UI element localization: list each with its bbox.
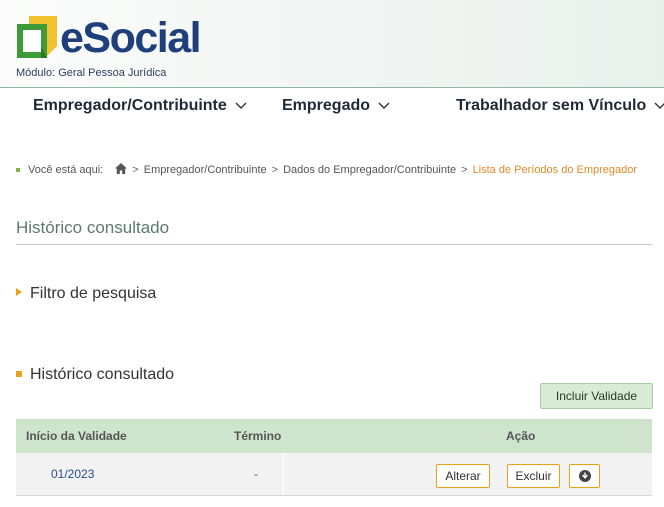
nav-label: Empregado xyxy=(282,97,371,114)
chevron-down-icon xyxy=(378,102,390,109)
edit-button[interactable]: Alterar xyxy=(436,464,490,488)
nav-label: Empregador/Contribuinte xyxy=(33,97,227,114)
nav-empregador[interactable]: Empregador/Contribuinte xyxy=(33,97,247,115)
nav-label: Trabalhador sem Vínculo xyxy=(456,97,647,114)
breadcrumb-link[interactable]: Dados do Empregador/Contribuinte xyxy=(283,164,456,176)
esocial-logo-icon xyxy=(17,16,57,58)
app-header: eSocial Módulo: Geral Pessoa Jurídica xyxy=(0,0,664,88)
download-button[interactable] xyxy=(569,464,600,488)
download-icon xyxy=(578,470,591,482)
history-table: Início da Validade Término Ação 01/2023 … xyxy=(16,419,652,496)
main-nav: Empregador/Contribuinte Empregado Trabal… xyxy=(0,88,664,124)
home-icon[interactable] xyxy=(115,163,128,174)
column-header-inicio: Início da Validade xyxy=(26,429,127,443)
square-bullet-icon xyxy=(16,371,22,377)
bullet-icon xyxy=(16,168,20,173)
section-heading: Histórico consultado xyxy=(16,366,174,384)
cell-inicio: 01/2023 xyxy=(51,467,95,481)
add-validity-button[interactable]: Incluir Validade xyxy=(540,383,653,409)
breadcrumb-separator: > xyxy=(271,164,279,176)
breadcrumb-separator: > xyxy=(132,164,139,176)
app-logo-text[interactable]: eSocial xyxy=(60,12,202,64)
cell-divider xyxy=(283,453,284,495)
column-header-termino: Término xyxy=(234,429,282,443)
triangle-right-icon xyxy=(16,288,22,296)
breadcrumb-link[interactable]: Empregador/Contribuinte xyxy=(144,164,267,176)
breadcrumb: Você está aqui: > Empregador/Contribuinte… xyxy=(16,163,637,176)
chevron-down-icon xyxy=(235,102,247,109)
section-title: Histórico consultado xyxy=(30,366,175,383)
delete-button[interactable]: Excluir xyxy=(507,464,560,488)
filter-label: Filtro de pesquisa xyxy=(30,285,157,302)
nav-empregado[interactable]: Empregado xyxy=(282,97,390,115)
breadcrumb-current: Lista de Períodos do Empregador xyxy=(472,164,638,176)
column-header-acao: Ação xyxy=(506,429,536,443)
page-title: Histórico consultado xyxy=(16,218,652,245)
table-row: 01/2023 - Alterar Excluir xyxy=(16,453,652,496)
chevron-down-icon xyxy=(654,102,664,109)
module-label: Módulo: Geral Pessoa Jurídica xyxy=(16,67,167,79)
breadcrumb-prefix: Você está aqui: xyxy=(28,164,104,176)
nav-trabalhador[interactable]: Trabalhador sem Vínculo xyxy=(456,97,664,115)
breadcrumb-separator: > xyxy=(461,164,468,176)
table-header: Início da Validade Término Ação xyxy=(16,419,652,453)
cell-termino: - xyxy=(254,467,258,481)
filter-toggle[interactable]: Filtro de pesquisa xyxy=(16,285,156,303)
